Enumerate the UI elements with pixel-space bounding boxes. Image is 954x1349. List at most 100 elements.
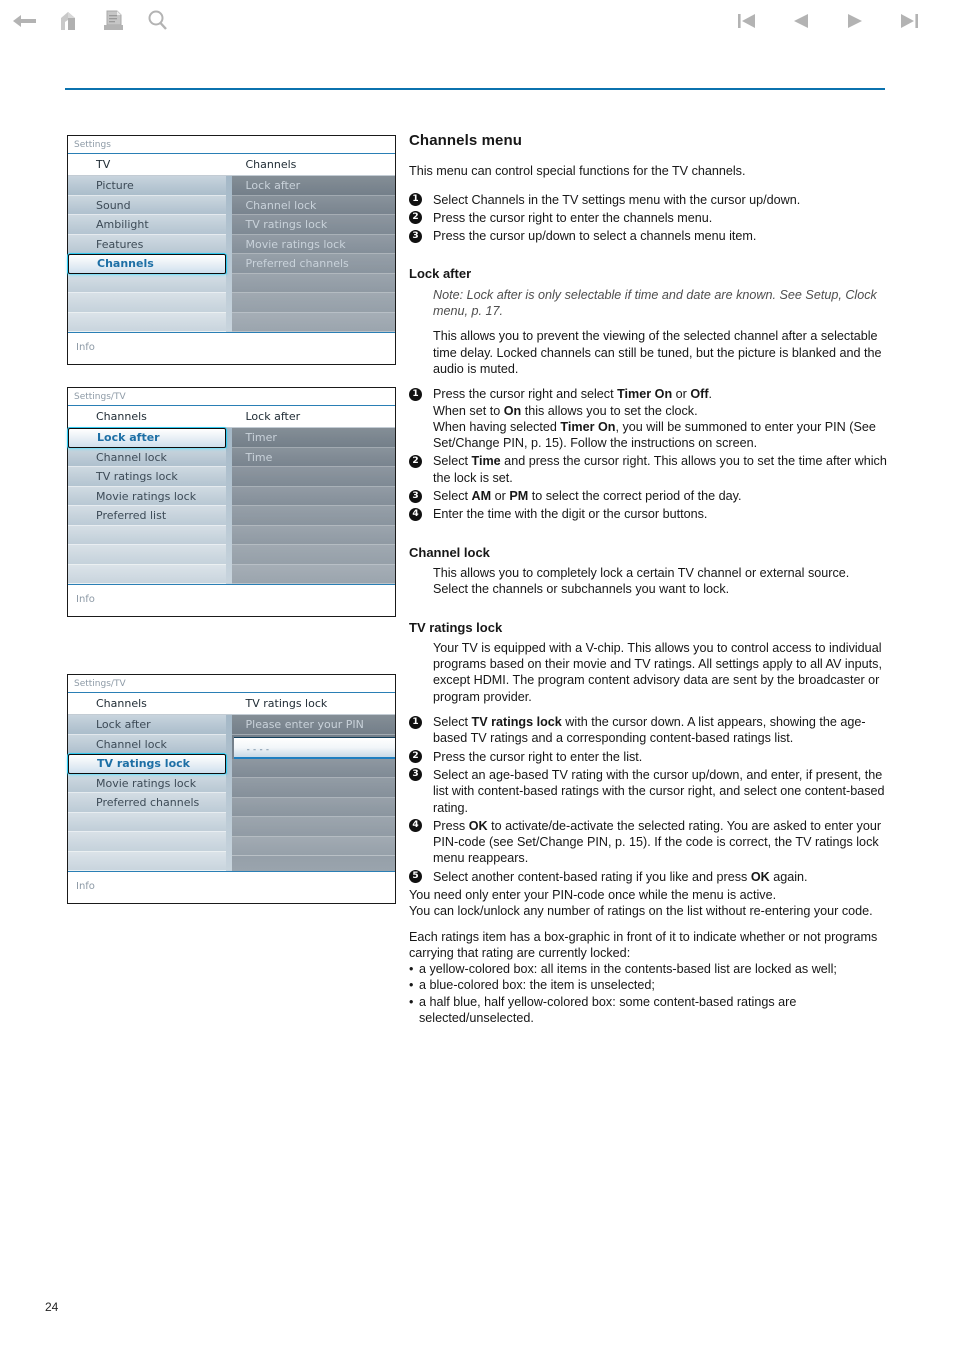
tv-menu-item-selected[interactable]: Lock after bbox=[68, 428, 226, 448]
tv-submenu-item-empty bbox=[231, 545, 395, 565]
step-text: Enter the time with the digit or the cur… bbox=[433, 507, 708, 522]
tv-submenu-item[interactable]: Lock after bbox=[231, 176, 395, 196]
tv-submenu-item[interactable]: Time bbox=[231, 447, 395, 467]
tv-menu-item[interactable]: Movie ratings lock bbox=[68, 486, 226, 506]
tv-submenu-item-empty bbox=[231, 817, 395, 837]
tv-info-bar: Info bbox=[68, 871, 395, 901]
tv-submenu-item-empty bbox=[231, 758, 395, 778]
tv-menu-left-column: TV Picture Sound Ambilight Features Chan… bbox=[68, 154, 232, 332]
section-heading-tv-ratings-lock: TV ratings lock bbox=[409, 619, 503, 635]
tv-right-column-title: TV ratings lock bbox=[231, 693, 395, 715]
tv-submenu-item-empty bbox=[231, 836, 395, 856]
tv-menu-item[interactable]: Preferred channels bbox=[68, 793, 226, 813]
viewer-toolbar bbox=[0, 0, 954, 48]
box-graphic-bullet-list: a yellow-colored box: all items in the c… bbox=[409, 961, 887, 1026]
search-icon[interactable] bbox=[142, 6, 172, 36]
tv-menu-right-column: TV ratings lock Please enter your PIN --… bbox=[231, 693, 395, 871]
tv-menu-screenshot-tv-ratings-lock: Settings/TV Channels Lock after Channel … bbox=[67, 674, 396, 904]
tv-breadcrumb: Settings/TV bbox=[68, 388, 395, 406]
step-text: Press OK to activate/de-activate the sel… bbox=[433, 818, 882, 866]
tv-submenu-item[interactable]: Timer bbox=[231, 428, 395, 448]
tv-breadcrumb: Settings/TV bbox=[68, 675, 395, 693]
tv-menu-item-empty bbox=[68, 545, 226, 565]
step-number-badge: 2 bbox=[409, 211, 422, 225]
tv-submenu-item[interactable]: TV ratings lock bbox=[231, 215, 395, 235]
tv-submenu-item-empty bbox=[231, 293, 395, 313]
step-text-line3: When having selected Timer On, you will … bbox=[433, 419, 876, 451]
tv-menu-item[interactable]: Features bbox=[68, 234, 226, 254]
tv-menu-screenshot-channels: Settings TV Picture Sound Ambilight Feat… bbox=[67, 135, 396, 365]
tv-ratings-lock-body: Your TV is equipped with a V-chip. This … bbox=[433, 640, 882, 704]
intro-step-list: 1 Select Channels in the TV settings men… bbox=[409, 192, 887, 245]
list-item: 2 Select Time and press the cursor right… bbox=[409, 453, 887, 486]
home-icon[interactable] bbox=[54, 6, 84, 36]
step-text: Select another content-based rating if y… bbox=[433, 869, 808, 884]
back-arrow-icon[interactable] bbox=[10, 6, 40, 36]
lock-after-body: This allows you to prevent the viewing o… bbox=[433, 329, 882, 376]
step-text: Select an age-based TV rating with the c… bbox=[433, 767, 885, 815]
tv-submenu-item-empty bbox=[231, 506, 395, 526]
previous-page-icon[interactable] bbox=[788, 8, 818, 38]
step-text: Press the cursor right and select Timer … bbox=[433, 387, 713, 402]
tv-info-bar: Info bbox=[68, 584, 395, 614]
closing-line-2: You can lock/unlock any number of rating… bbox=[409, 904, 873, 919]
tv-menu-item[interactable]: Sound bbox=[68, 195, 226, 215]
step-number-badge: 3 bbox=[409, 768, 422, 782]
last-page-icon[interactable] bbox=[896, 8, 926, 38]
list-item: 4 Press OK to activate/de-activate the s… bbox=[409, 818, 887, 867]
step-number-badge: 2 bbox=[409, 750, 422, 764]
tv-submenu-item[interactable]: Movie ratings lock bbox=[231, 234, 395, 254]
list-item: 1 Press the cursor right and select Time… bbox=[409, 386, 887, 451]
step-number-badge: 4 bbox=[409, 507, 422, 521]
tv-submenu-item[interactable]: Preferred channels bbox=[231, 254, 395, 274]
first-page-icon[interactable] bbox=[734, 8, 764, 38]
tv-left-column-title: Channels bbox=[68, 693, 232, 715]
tv-submenu-item-empty bbox=[231, 273, 395, 293]
tv-left-column-title: Channels bbox=[68, 406, 232, 428]
step-text-line2: When set to On this allows you to set th… bbox=[433, 403, 698, 418]
tv-submenu-item-empty bbox=[231, 525, 395, 545]
tv-menu-right-column: Channels Lock after Channel lock TV rati… bbox=[231, 154, 395, 332]
tv-menu-item[interactable]: Preferred list bbox=[68, 506, 226, 526]
tv-right-column-title: Lock after bbox=[231, 406, 395, 428]
tv-submenu-item-empty bbox=[231, 312, 395, 332]
tv-menu-item-selected[interactable]: Channels bbox=[68, 254, 226, 274]
tv-menu-item[interactable]: TV ratings lock bbox=[68, 467, 226, 487]
tv-menu-body: TV Picture Sound Ambilight Features Chan… bbox=[68, 154, 395, 332]
list-item: a yellow-colored box: all items in the c… bbox=[409, 961, 887, 978]
closing-line-1: You need only enter your PIN-code once w… bbox=[409, 887, 777, 902]
tv-submenu-item-empty bbox=[231, 467, 395, 487]
tv-submenu-item-empty bbox=[231, 778, 395, 798]
pin-prompt-label: Please enter your PIN bbox=[231, 715, 395, 735]
tv-menu-body: Channels Lock after Channel lock TV rati… bbox=[68, 406, 395, 584]
tv-submenu-item-empty bbox=[231, 564, 395, 584]
tv-menu-item[interactable]: Movie ratings lock bbox=[68, 773, 226, 793]
section-heading-lock-after: Lock after bbox=[409, 266, 472, 282]
tv-menu-item[interactable]: Ambilight bbox=[68, 215, 226, 235]
tv-menu-item-empty bbox=[68, 564, 226, 584]
tv-submenu-item[interactable]: Channel lock bbox=[231, 195, 395, 215]
list-item: 3 Select AM or PM to select the correct … bbox=[409, 488, 887, 504]
step-number-badge: 4 bbox=[409, 819, 422, 833]
tv-menu-item-empty bbox=[68, 312, 226, 332]
tv-info-bar: Info bbox=[68, 332, 395, 362]
next-page-icon[interactable] bbox=[842, 8, 872, 38]
list-item: a blue-colored box: the item is unselect… bbox=[409, 977, 887, 994]
tv-menu-item-empty bbox=[68, 293, 226, 313]
list-item: 1 Select TV ratings lock with the cursor… bbox=[409, 714, 887, 747]
tv-menu-item[interactable]: Channel lock bbox=[68, 734, 226, 754]
tv-menu-item-selected[interactable]: TV ratings lock bbox=[68, 754, 226, 774]
tv-menu-item[interactable]: Picture bbox=[68, 176, 226, 196]
pin-input-value: ---- bbox=[245, 744, 272, 755]
article-column: Channels menu This menu can control spec… bbox=[409, 132, 887, 1026]
tv-menu-right-column: Lock after Timer Time bbox=[231, 406, 395, 584]
list-item: 5 Select another content-based rating if… bbox=[409, 869, 887, 885]
tv-submenu-item-empty bbox=[231, 486, 395, 506]
page-title: Channels menu bbox=[409, 132, 522, 149]
step-text: Press the cursor right to enter the chan… bbox=[433, 210, 713, 225]
tv-menu-item[interactable]: Lock after bbox=[68, 715, 226, 735]
tv-right-column-title: Channels bbox=[231, 154, 395, 176]
print-icon[interactable] bbox=[98, 6, 128, 36]
tv-menu-item[interactable]: Channel lock bbox=[68, 447, 226, 467]
pin-input-field[interactable]: ---- bbox=[233, 736, 395, 759]
